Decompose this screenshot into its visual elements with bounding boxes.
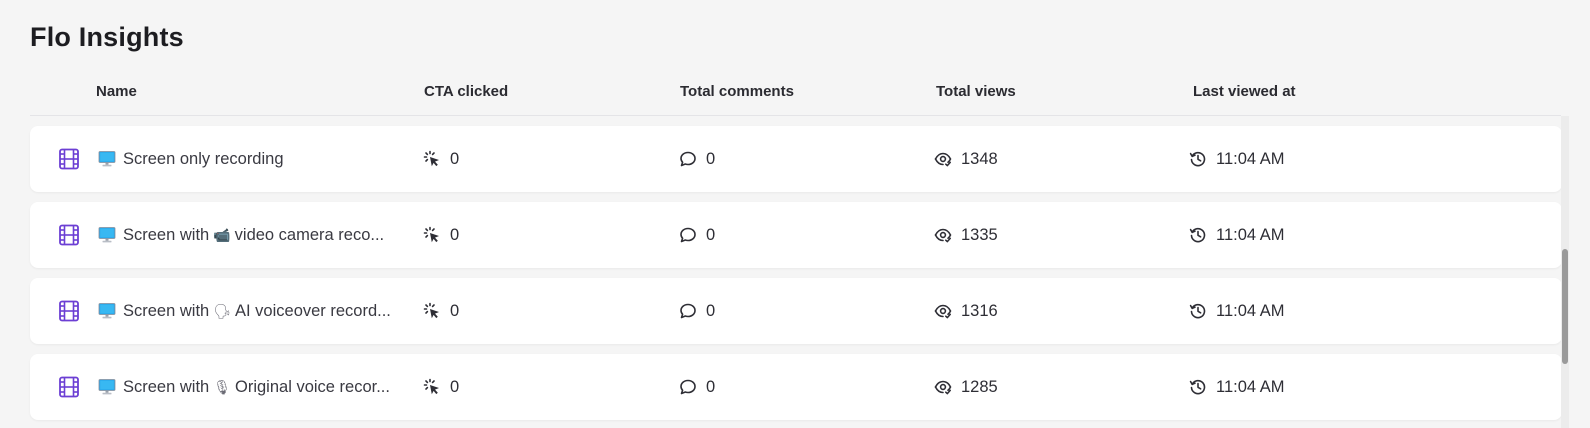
click-icon xyxy=(423,378,439,395)
eye-icon xyxy=(934,152,952,167)
cta-clicked-value: 0 xyxy=(450,377,460,396)
total-views-value: 1285 xyxy=(961,377,998,396)
video-camera-icon: 📹 xyxy=(213,226,231,243)
last-viewed-cell: 11:04 AM xyxy=(1189,278,1285,344)
recording-name-part: video camera reco... xyxy=(234,225,385,244)
column-header-cta-clicked[interactable]: CTA clicked xyxy=(424,83,508,100)
desktop-computer-icon xyxy=(98,151,116,167)
history-icon xyxy=(1189,151,1206,167)
total-views-cell: 1335 xyxy=(934,202,998,268)
recording-name-cell[interactable]: Screen with 📹 video camera reco... xyxy=(98,202,408,268)
column-header-last-viewed-at[interactable]: Last viewed at xyxy=(1193,83,1296,100)
total-comments-cell: 0 xyxy=(679,278,715,344)
cta-clicked-cell: 0 xyxy=(423,278,459,344)
desktop-computer-icon xyxy=(98,303,116,319)
recording-name: Screen with 🎙 Original voice recor... xyxy=(123,378,390,397)
comment-icon xyxy=(680,303,696,319)
total-comments-value: 0 xyxy=(706,149,716,168)
last-viewed-cell: 11:04 AM xyxy=(1189,354,1285,420)
recording-name-part: AI voiceover record... xyxy=(235,301,391,320)
recording-name-part: Screen with xyxy=(123,301,210,320)
flo-insights-page: Flo Insights Name CTA clicked Total comm… xyxy=(0,0,1590,428)
click-icon xyxy=(423,226,439,243)
last-viewed-value: 11:04 AM xyxy=(1216,149,1285,168)
total-comments-cell: 0 xyxy=(679,202,715,268)
total-views-value: 1316 xyxy=(961,301,998,320)
recording-name-cell[interactable]: Screen only recording xyxy=(98,126,408,192)
history-icon xyxy=(1189,379,1206,395)
cta-clicked-value: 0 xyxy=(450,301,460,320)
last-viewed-cell: 11:04 AM xyxy=(1189,202,1285,268)
recording-name: Screen with 🗣 AI voiceover record... xyxy=(123,302,391,321)
total-comments-value: 0 xyxy=(706,301,716,320)
cta-clicked-cell: 0 xyxy=(423,354,459,420)
cta-clicked-value: 0 xyxy=(450,149,460,168)
column-header-total-comments[interactable]: Total comments xyxy=(680,83,794,100)
film-icon xyxy=(59,376,79,398)
table-row[interactable]: Screen with 🎙 Original voice recor... 0 0 xyxy=(30,354,1562,420)
recording-name-part: Screen with xyxy=(123,225,210,244)
table-row[interactable]: Screen only recording 0 0 1348 11:04 AM xyxy=(30,126,1562,192)
total-views-value: 1335 xyxy=(961,225,998,244)
last-viewed-value: 11:04 AM xyxy=(1216,377,1285,396)
recording-name-part: Original voice recor... xyxy=(235,377,390,396)
scrollbar-thumb[interactable] xyxy=(1562,249,1568,364)
insights-table-body: Screen only recording 0 0 1348 11:04 AM … xyxy=(30,126,1562,428)
film-icon xyxy=(59,148,79,170)
column-header-total-views[interactable]: Total views xyxy=(936,83,1016,100)
last-viewed-value: 11:04 AM xyxy=(1216,225,1285,244)
comment-icon xyxy=(680,379,696,395)
desktop-computer-icon xyxy=(98,379,116,395)
total-views-cell: 1285 xyxy=(934,354,998,420)
history-icon xyxy=(1189,227,1206,243)
recording-name-cell[interactable]: Screen with 🗣 AI voiceover record... xyxy=(98,278,408,344)
total-comments-value: 0 xyxy=(706,377,716,396)
recording-name-part: Screen only recording xyxy=(123,149,284,168)
total-views-value: 1348 xyxy=(961,149,998,168)
page-title: Flo Insights xyxy=(30,22,184,52)
film-icon xyxy=(59,224,79,246)
last-viewed-cell: 11:04 AM xyxy=(1189,126,1285,192)
vertical-scrollbar[interactable] xyxy=(1561,116,1569,428)
total-comments-cell: 0 xyxy=(679,354,715,420)
table-header: Name CTA clicked Total comments Total vi… xyxy=(30,82,1561,116)
cta-clicked-value: 0 xyxy=(450,225,460,244)
click-icon xyxy=(423,302,439,319)
total-comments-value: 0 xyxy=(706,225,716,244)
recording-name: Screen with 📹 video camera reco... xyxy=(123,226,384,245)
film-icon xyxy=(59,300,79,322)
comment-icon xyxy=(680,227,696,243)
recording-name-part: Screen with xyxy=(123,377,210,396)
cta-clicked-cell: 0 xyxy=(423,126,459,192)
recording-name: Screen only recording xyxy=(123,150,284,169)
desktop-computer-icon xyxy=(98,227,116,243)
table-row[interactable]: Screen with🗣AI voiceover record... 0 0 xyxy=(30,278,1562,344)
eye-icon xyxy=(934,380,952,395)
click-icon xyxy=(423,150,439,167)
comment-icon xyxy=(680,151,696,167)
recording-name-cell[interactable]: Screen with 🎙 Original voice recor... xyxy=(98,354,408,420)
last-viewed-value: 11:04 AM xyxy=(1216,301,1285,320)
column-header-name[interactable]: Name xyxy=(96,83,137,100)
table-row[interactable]: Screen with 📹 video camera reco... 0 0 1… xyxy=(30,202,1562,268)
eye-icon xyxy=(934,304,952,319)
total-views-cell: 1316 xyxy=(934,278,998,344)
microphone-icon: 🎙 xyxy=(213,378,231,395)
total-comments-cell: 0 xyxy=(679,126,715,192)
speaking-head-icon: 🗣 xyxy=(213,302,231,319)
cta-clicked-cell: 0 xyxy=(423,202,459,268)
eye-icon xyxy=(934,228,952,243)
history-icon xyxy=(1189,303,1206,319)
total-views-cell: 1348 xyxy=(934,126,998,192)
